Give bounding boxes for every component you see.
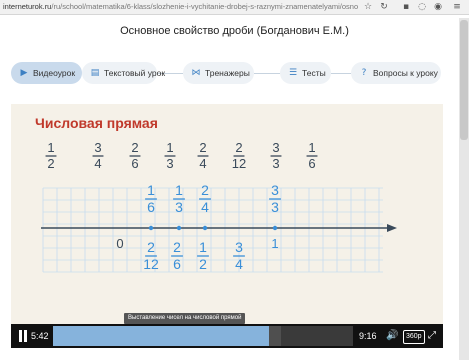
tab-tests[interactable]: ☰ Тесты <box>280 62 331 84</box>
list-fraction-denominator: 4 <box>199 156 206 171</box>
spinner-icon: ◌ <box>418 2 426 12</box>
number-line-arrow <box>387 224 397 232</box>
line-point <box>176 225 182 231</box>
list-fraction-denominator: 2 <box>47 156 54 171</box>
question-icon: ? <box>361 68 367 78</box>
below-fraction-numerator: 1 <box>199 239 207 255</box>
browser-address-bar[interactable]: interneturok.ru/ru/school/matematika/6-k… <box>0 0 469 15</box>
list-fraction-numerator: 3 <box>94 140 101 155</box>
above-fraction-numerator: 2 <box>201 182 209 198</box>
pause-bar-right <box>24 330 27 342</box>
lesson-steps-nav: ▶ Видеоурок ▤ Текстовый урок ⋈ Тренажеры… <box>11 62 447 84</box>
quality-button[interactable]: 360p <box>403 330 425 344</box>
below-fraction-denominator: 12 <box>143 256 159 272</box>
document-icon: ▤ <box>90 68 100 78</box>
fullscreen-icon[interactable]: ⤢ <box>428 330 440 342</box>
progress-bar[interactable] <box>53 326 353 346</box>
list-fraction-numerator: 3 <box>272 140 279 155</box>
video-frame[interactable]: Числовая прямая 1 2 3 4 2 6 1 3 2 4 2 12 3 3 1 6 161324… <box>11 104 443 328</box>
below-fraction-denominator: 4 <box>235 256 243 272</box>
below-fraction-denominator: 6 <box>173 256 181 272</box>
volume-icon[interactable]: 🔊 <box>386 330 400 342</box>
list-fraction-denominator: 6 <box>131 156 138 171</box>
list-fraction-denominator: 6 <box>308 156 315 171</box>
zero-label: 0 <box>116 236 123 251</box>
above-fraction-denominator: 3 <box>271 199 279 215</box>
pause-button[interactable] <box>17 330 29 342</box>
list-fraction-denominator: 3 <box>166 156 173 171</box>
above-fraction-denominator: 3 <box>175 199 183 215</box>
star-icon[interactable]: ☆ <box>362 1 374 13</box>
number-line-slide: Числовая прямая 12342613242123316 161324… <box>35 115 397 273</box>
progress-tooltip: Выставление чисел на числовой прямой <box>124 313 246 324</box>
grid <box>42 187 383 273</box>
above-fraction-denominator: 6 <box>147 199 155 215</box>
pause-bar-left <box>19 330 22 342</box>
current-time: 5:42 <box>31 331 49 341</box>
one-label: 1 <box>271 236 278 251</box>
tab-trainers[interactable]: ⋈ Тренажеры <box>183 62 254 84</box>
list-fraction-numerator: 1 <box>47 140 54 155</box>
favicon-icon: ▪ <box>402 2 410 12</box>
above-fraction-numerator: 1 <box>175 182 183 198</box>
below-fraction-numerator: 2 <box>173 239 181 255</box>
tab-text-lesson[interactable]: ▤ Текстовый урок <box>82 62 165 84</box>
fractions-below-line: 212261234 <box>143 239 245 272</box>
list-fraction-denominator: 4 <box>94 156 101 171</box>
page-scrollbar[interactable] <box>449 18 469 360</box>
below-fraction-numerator: 3 <box>235 239 243 255</box>
above-fraction-numerator: 3 <box>271 182 279 198</box>
dumbbell-icon: ⋈ <box>191 68 201 78</box>
refresh-icon[interactable]: ↻ <box>378 1 390 13</box>
step-connector <box>331 73 351 74</box>
below-fraction-denominator: 2 <box>199 256 207 272</box>
fraction-list: 12342613242123316 <box>45 140 318 171</box>
tab-video-lesson[interactable]: ▶ Видеоурок <box>11 62 82 84</box>
line-point <box>148 225 154 231</box>
rss-icon[interactable]: ◉ <box>432 1 444 13</box>
fractions-above-line: 16132433 <box>145 182 281 215</box>
list-fraction-numerator: 1 <box>166 140 173 155</box>
tab-lesson-questions[interactable]: ? Вопросы к уроку <box>351 62 441 84</box>
scrollbar-thumb[interactable] <box>460 20 468 140</box>
video-controls: 5:42 9:16 🔊 360p ⤢ <box>11 324 443 348</box>
play-circle-icon: ▶ <box>20 68 28 78</box>
page-title: Основное свойство дроби (Богданович Е.М.… <box>120 25 349 37</box>
list-fraction-numerator: 2 <box>235 140 242 155</box>
above-fraction-denominator: 4 <box>201 199 209 215</box>
list-fraction-numerator: 2 <box>131 140 138 155</box>
url-text[interactable]: interneturok.ru/ru/school/matematika/6-k… <box>3 1 358 13</box>
list-fraction-numerator: 1 <box>308 140 315 155</box>
progress-played <box>53 326 269 346</box>
line-point <box>202 225 208 231</box>
test-sheet-icon: ☰ <box>288 68 298 78</box>
above-fraction-numerator: 1 <box>147 182 155 198</box>
list-fraction-denominator: 3 <box>272 156 279 171</box>
menu-icon[interactable]: ≡ <box>451 1 463 13</box>
list-fraction-denominator: 12 <box>232 156 246 171</box>
slide-title: Числовая прямая <box>35 115 158 131</box>
line-point <box>272 225 278 231</box>
step-connector <box>254 73 280 74</box>
below-fraction-numerator: 2 <box>147 239 155 255</box>
list-fraction-numerator: 2 <box>199 140 206 155</box>
total-time: 9:16 <box>359 331 377 341</box>
